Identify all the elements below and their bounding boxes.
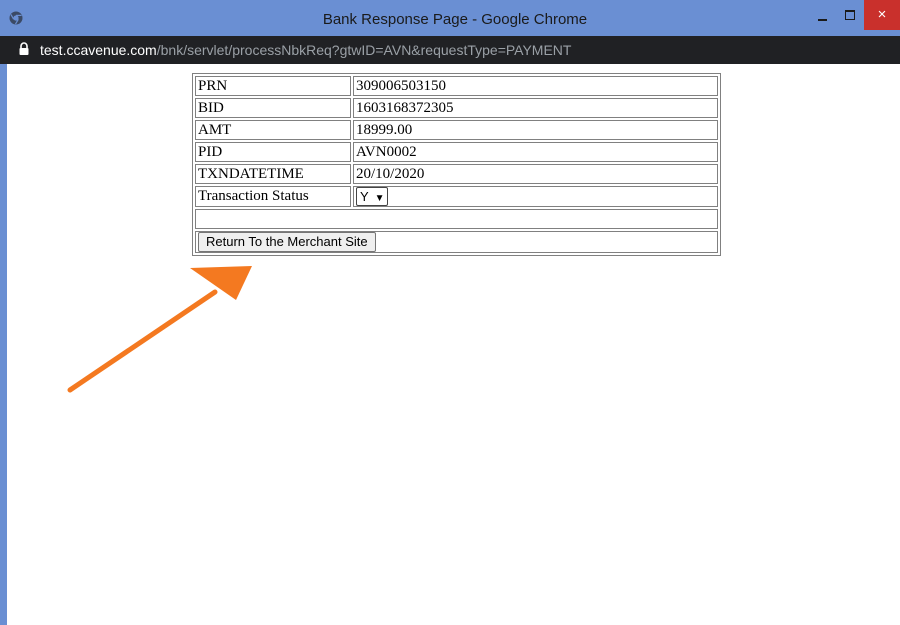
button-cell: Return To the Merchant Site [195, 231, 718, 253]
address-bar[interactable]: test.ccavenue.com/bnk/servlet/processNbk… [0, 36, 900, 64]
row-value: 20/10/2020 [353, 164, 718, 184]
transaction-status-value: Y [360, 189, 369, 204]
transaction-status-label: Transaction Status [195, 186, 351, 207]
row-label: AMT [195, 120, 351, 140]
window-titlebar: Bank Response Page - Google Chrome × [0, 0, 900, 36]
url-path: /bnk/servlet/processNbkReq?gtwID=AVN&req… [156, 42, 572, 58]
lock-icon [19, 42, 29, 55]
table-row [195, 209, 718, 229]
table-row: PID AVN0002 [195, 142, 718, 162]
table-row: BID 1603168372305 [195, 98, 718, 118]
table-row: Transaction Status Y ▼ [195, 186, 718, 207]
window-title: Bank Response Page - Google Chrome [322, 11, 588, 28]
row-label: PID [195, 142, 351, 162]
row-value: AVN0002 [353, 142, 718, 162]
row-label: TXNDATETIME [195, 164, 351, 184]
url-host: test.ccavenue.com [40, 42, 157, 58]
transaction-status-select[interactable]: Y ▼ [356, 187, 388, 206]
maximize-icon [845, 10, 855, 20]
url-text[interactable]: test.ccavenue.com/bnk/servlet/processNbk… [40, 36, 571, 64]
return-to-merchant-button[interactable]: Return To the Merchant Site [198, 232, 376, 252]
close-button[interactable]: × [864, 0, 900, 30]
minimize-icon [818, 19, 827, 21]
maximize-button[interactable] [838, 0, 864, 30]
minimize-button[interactable] [808, 0, 838, 30]
close-icon: × [877, 6, 887, 23]
table-row: PRN 309006503150 [195, 76, 718, 96]
chevron-down-icon: ▼ [374, 193, 385, 204]
page-content: PRN 309006503150 BID 1603168372305 AMT 1… [6, 64, 900, 625]
empty-row [195, 209, 718, 229]
transaction-status-cell: Y ▼ [353, 186, 718, 207]
table-row: Return To the Merchant Site [195, 231, 718, 253]
row-label: BID [195, 98, 351, 118]
bank-response-table: PRN 309006503150 BID 1603168372305 AMT 1… [192, 73, 721, 256]
table-row: AMT 18999.00 [195, 120, 718, 140]
row-label: PRN [195, 76, 351, 96]
table-row: TXNDATETIME 20/10/2020 [195, 164, 718, 184]
row-value: 1603168372305 [353, 98, 718, 118]
row-value: 309006503150 [353, 76, 718, 96]
row-value: 18999.00 [353, 120, 718, 140]
